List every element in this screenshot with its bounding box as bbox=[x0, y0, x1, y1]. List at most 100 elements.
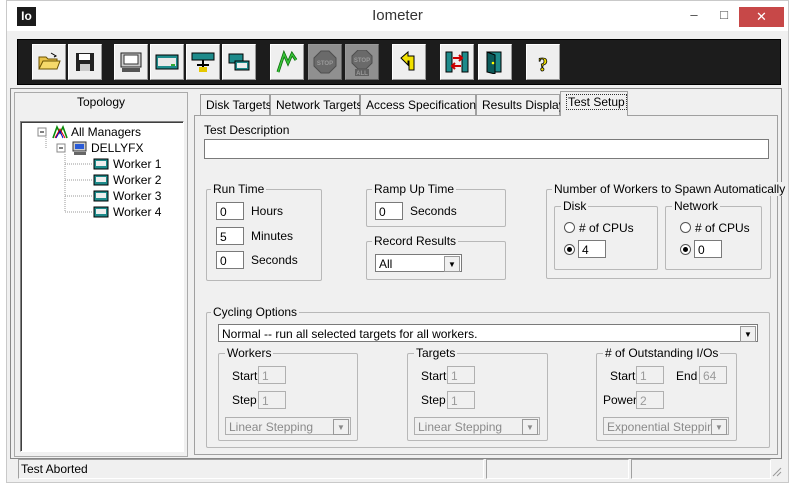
targets-stepping-select[interactable]: Linear Stepping ▼ bbox=[414, 417, 540, 435]
cycling-mode-select[interactable]: Normal -- run all selected targets for a… bbox=[218, 324, 758, 342]
tab-test-setup-label: Test Setup bbox=[566, 94, 627, 110]
worker-icon bbox=[93, 205, 109, 219]
cycling-ios-label: # of Outstanding I/Os bbox=[603, 346, 721, 360]
new-network-worker-button[interactable] bbox=[186, 44, 220, 80]
save-config-button[interactable] bbox=[68, 44, 102, 80]
targets-start-input[interactable]: 1 bbox=[447, 366, 475, 384]
ios-power-input[interactable]: 2 bbox=[636, 391, 664, 409]
targets-step-label: Step bbox=[421, 393, 446, 407]
about-button[interactable]: ? bbox=[526, 44, 560, 80]
cycling-workers-label: Workers bbox=[225, 346, 274, 360]
tree-item-worker[interactable]: Worker 3 bbox=[113, 189, 161, 203]
ios-stepping-value: Exponential Stepping bbox=[607, 420, 721, 434]
new-disk-worker-button[interactable] bbox=[150, 44, 184, 80]
disk-worker-icon bbox=[155, 54, 179, 70]
workers-step-input[interactable]: 1 bbox=[258, 391, 286, 409]
start-tests-button[interactable] bbox=[270, 44, 304, 80]
ios-stepping-select[interactable]: Exponential Stepping ▼ bbox=[603, 417, 729, 435]
maximize-button[interactable]: □ bbox=[710, 7, 738, 25]
targets-start-label: Start bbox=[421, 369, 447, 383]
network-count-input[interactable]: 0 bbox=[694, 240, 722, 258]
ramp-up-input[interactable]: 0 bbox=[375, 202, 403, 220]
worker-icon bbox=[93, 157, 109, 171]
all-managers-icon bbox=[52, 124, 68, 139]
spawn-disk-group bbox=[554, 206, 658, 270]
ramp-up-unit-label: Seconds bbox=[410, 204, 457, 218]
disk-count-radio[interactable] bbox=[564, 244, 575, 255]
minimize-button[interactable]: – bbox=[680, 7, 708, 25]
exit-button[interactable] bbox=[478, 44, 512, 80]
chevron-down-icon[interactable]: ▼ bbox=[444, 256, 460, 272]
chevron-down-icon[interactable]: ▼ bbox=[740, 326, 756, 342]
tab-access-specifications[interactable]: Access Specifications bbox=[360, 94, 482, 116]
stop-all-button[interactable]: STOP ALL bbox=[345, 44, 379, 80]
computer-manager-icon bbox=[72, 141, 88, 155]
seconds-label: Seconds bbox=[251, 253, 298, 267]
window-title: Iometer bbox=[372, 7, 423, 24]
ios-end-input[interactable]: 64 bbox=[699, 366, 727, 384]
network-count-radio[interactable] bbox=[680, 244, 691, 255]
chevron-down-icon[interactable]: ▼ bbox=[522, 419, 538, 435]
reset-workers-button[interactable] bbox=[392, 44, 426, 80]
run-time-hours-input[interactable]: 0 bbox=[216, 202, 244, 220]
targets-step-input[interactable]: 1 bbox=[447, 391, 475, 409]
worker-icon bbox=[93, 189, 109, 203]
topology-label: Topology bbox=[76, 95, 126, 109]
run-time-minutes-input[interactable]: 5 bbox=[216, 227, 244, 245]
reset-arrow-icon bbox=[400, 50, 415, 71]
title-bar: Iometer Io – □ ✕ bbox=[7, 1, 788, 31]
workers-step-label: Step bbox=[232, 393, 257, 407]
app-icon: Io bbox=[17, 7, 36, 26]
workers-stepping-select[interactable]: Linear Stepping ▼ bbox=[225, 417, 351, 435]
close-button[interactable]: ✕ bbox=[739, 7, 784, 27]
resize-grip-icon[interactable] bbox=[770, 465, 782, 477]
topology-tree[interactable]: All Managers DELLYFX Worker 1 Worker 2 W… bbox=[20, 121, 184, 452]
folder-open-icon bbox=[38, 52, 61, 70]
tab-results-display[interactable]: Results Display bbox=[476, 94, 565, 116]
hours-label: Hours bbox=[251, 204, 284, 218]
tab-test-setup[interactable]: Test Setup bbox=[560, 91, 628, 116]
ios-end-label: End bbox=[676, 369, 698, 383]
run-time-seconds-input[interactable]: 0 bbox=[216, 251, 244, 269]
run-time-label: Run Time bbox=[211, 182, 267, 196]
workers-stepping-value: Linear Stepping bbox=[229, 420, 314, 434]
workers-start-input[interactable]: 1 bbox=[258, 366, 286, 384]
cycling-targets-label: Targets bbox=[414, 346, 458, 360]
record-results-label: Record Results bbox=[372, 234, 459, 248]
floppy-disk-icon bbox=[76, 53, 94, 71]
stop-all-icon: STOP ALL bbox=[351, 50, 373, 76]
spawn-workers-label: Number of Workers to Spawn Automatically bbox=[552, 182, 788, 196]
chevron-down-icon[interactable]: ▼ bbox=[711, 419, 727, 435]
tree-item-worker[interactable]: Worker 2 bbox=[113, 173, 161, 187]
status-text: Test Aborted bbox=[18, 459, 484, 479]
tab-network-targets[interactable]: Network Targets bbox=[270, 94, 362, 116]
tree-item-manager[interactable]: DELLYFX bbox=[91, 141, 143, 155]
disk-cpus-radio[interactable] bbox=[564, 222, 575, 233]
cycling-mode-value: Normal -- run all selected targets for a… bbox=[222, 327, 478, 341]
tab-disk-targets[interactable]: Disk Targets bbox=[200, 94, 272, 116]
open-config-button[interactable] bbox=[32, 44, 66, 80]
disk-count-input[interactable]: 4 bbox=[578, 240, 606, 258]
test-description-input[interactable] bbox=[204, 139, 769, 159]
duplicate-worker-button[interactable] bbox=[222, 44, 256, 80]
record-results-select[interactable]: All ▼ bbox=[375, 254, 462, 272]
tree-item-worker[interactable]: Worker 1 bbox=[113, 157, 161, 171]
network-cpus-radio[interactable] bbox=[680, 222, 691, 233]
svg-text:STOP: STOP bbox=[354, 58, 370, 64]
start-new-manager-button[interactable] bbox=[440, 44, 474, 80]
toolbar: STOP STOP ALL ? bbox=[17, 39, 781, 85]
svg-text:?: ? bbox=[538, 54, 548, 74]
targets-stepping-value: Linear Stepping bbox=[418, 420, 503, 434]
computer-display-icon bbox=[120, 52, 142, 72]
chevron-down-icon[interactable]: ▼ bbox=[333, 419, 349, 435]
ios-start-input[interactable]: 1 bbox=[636, 366, 664, 384]
tree-item-all-managers[interactable]: All Managers bbox=[71, 125, 141, 139]
tree-item-worker[interactable]: Worker 4 bbox=[113, 205, 161, 219]
manager-icon bbox=[445, 51, 469, 73]
network-worker-icon bbox=[191, 52, 215, 72]
stop-test-button[interactable]: STOP bbox=[308, 44, 342, 80]
ios-power-label: Power bbox=[603, 393, 638, 407]
stop-sign-icon: STOP bbox=[313, 50, 337, 74]
status-bar: Test Aborted bbox=[10, 459, 782, 480]
show-results-button[interactable] bbox=[114, 44, 148, 80]
